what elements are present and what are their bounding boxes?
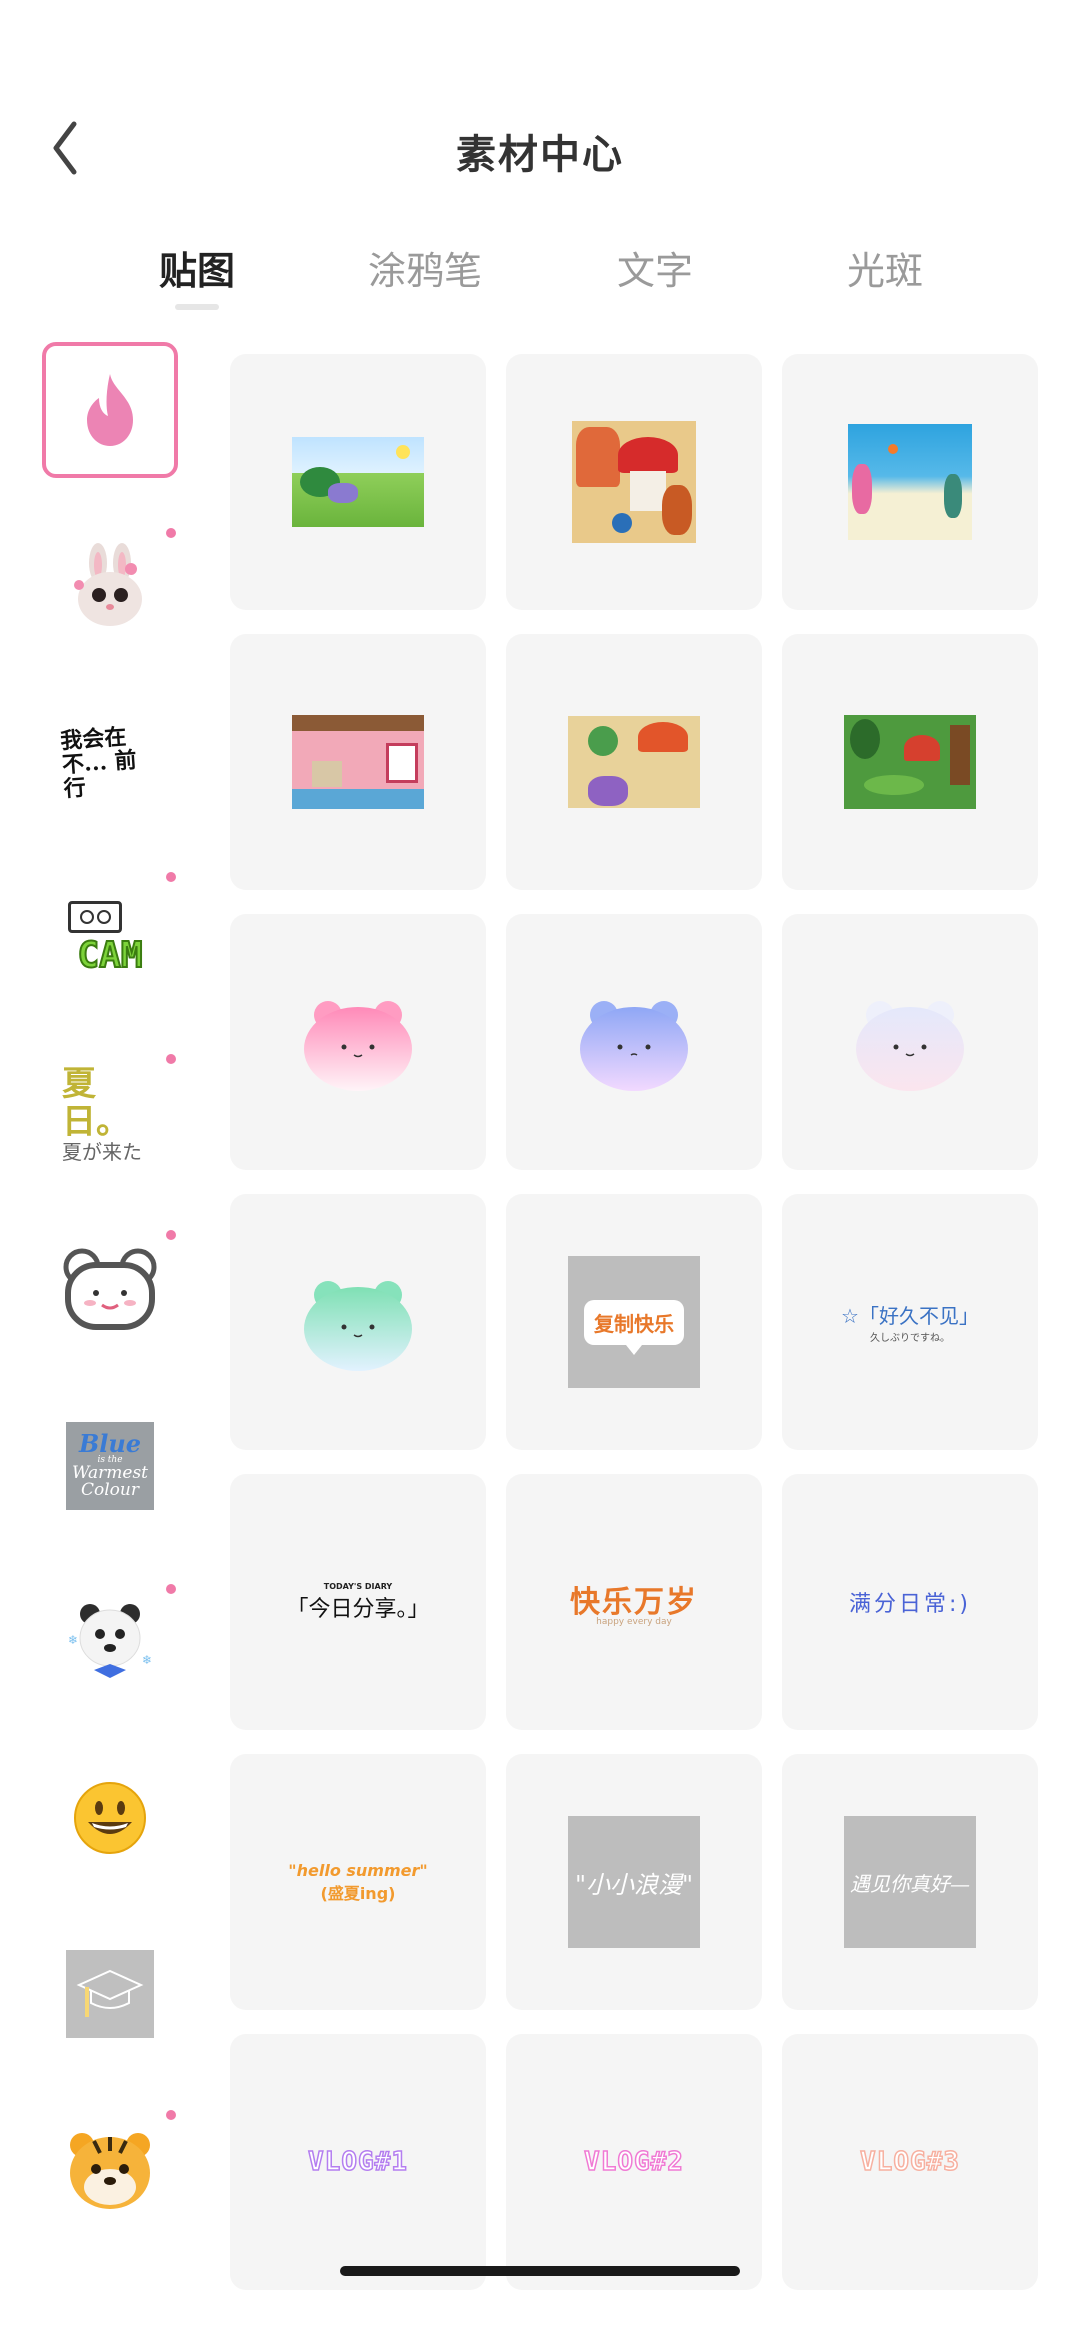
cam-icon: CAM <box>68 900 144 977</box>
sticker-card[interactable]: "小小浪漫" <box>506 1754 762 2010</box>
sidebar-item-tiger[interactable] <box>42 2102 178 2238</box>
sticker-text: "hello summer" <box>288 1860 428 1880</box>
sticker-text: VLOG#2 <box>583 2146 684 2178</box>
sticker-card[interactable]: "hello summer" (盛夏ing) <box>230 1754 486 2010</box>
cap-drawing <box>76 1969 144 2017</box>
new-badge-dot <box>166 1230 176 1240</box>
graduation-cap-icon <box>66 1950 154 2038</box>
green-jelly-bear-icon <box>304 1281 412 1371</box>
sticker-card[interactable] <box>230 354 486 610</box>
sticker-card[interactable]: 快乐万岁 happy every day <box>506 1474 762 1730</box>
new-badge-dot <box>166 528 176 538</box>
sticker-subtext: TODAY'S DIARY <box>323 1581 393 1591</box>
flame-icon <box>87 374 133 446</box>
sticker-card[interactable] <box>782 354 1038 610</box>
sidebar-item-hot[interactable] <box>42 342 178 478</box>
sidebar-item-handwriting[interactable]: 我会在不... 前行 <box>42 694 178 830</box>
sticker-preview: 遇见你真好— <box>844 1816 976 1948</box>
purple-jelly-bear-icon <box>580 1001 688 1091</box>
header: 素材中心 <box>0 110 1080 190</box>
sticker-preview: 复制快乐 <box>568 1256 700 1388</box>
sticker-card[interactable] <box>230 634 486 890</box>
new-badge-dot <box>166 1584 176 1594</box>
sidebar-item-cam[interactable]: CAM <box>42 870 178 1006</box>
sticker-text: 遇见你真好— <box>850 1871 970 1896</box>
polar-bear-icon: ❄ ❄ <box>68 1604 152 1678</box>
sticker-subtext: 久しぶりですね。 <box>870 1333 950 1344</box>
scene-thumbnail <box>292 715 424 809</box>
poster-line: Colour <box>81 1480 139 1500</box>
sticker-text: "小小浪漫" <box>574 1870 694 1899</box>
sticker-card[interactable]: TODAY'S DIARY 「今日分享。」 <box>230 1474 486 1730</box>
svg-text:❄: ❄ <box>142 1653 152 1667</box>
sidebar-item-summer[interactable]: 夏日。 夏が来た <box>42 1046 178 1182</box>
sticker-text: 「今日分享。」 <box>286 1596 430 1622</box>
white-jelly-bear-icon <box>856 1001 964 1091</box>
sticker-card[interactable] <box>230 914 486 1170</box>
sidebar-item-emoji[interactable] <box>42 1750 178 1886</box>
tab-indicator <box>175 304 219 310</box>
svg-text:❄: ❄ <box>68 1633 78 1647</box>
smile-emoji-icon <box>74 1782 146 1854</box>
new-badge-dot <box>166 2110 176 2120</box>
cam-label: CAM <box>76 934 143 977</box>
summer-title: 夏日。 <box>62 1064 130 1142</box>
new-badge-dot <box>166 872 176 882</box>
sticker-card[interactable] <box>782 634 1038 890</box>
sticker-text: VLOG#3 <box>859 2146 960 2178</box>
sticker-card[interactable]: VLOG#1 <box>230 2034 486 2290</box>
sticker-preview: "hello summer" (盛夏ing) <box>288 1861 427 1904</box>
scene-thumbnail <box>292 437 424 527</box>
sidebar-item-bear[interactable] <box>42 1222 178 1358</box>
summer-subtitle: 夏が来た <box>62 1140 142 1164</box>
sidebar-item-polar-bear[interactable]: ❄ ❄ <box>42 1574 178 1710</box>
sticker-card[interactable] <box>506 354 762 610</box>
handwriting-icon: 我会在不... 前行 <box>60 723 161 802</box>
sticker-card[interactable]: 复制快乐 <box>506 1194 762 1450</box>
scene-thumbnail <box>568 716 700 808</box>
sticker-card[interactable]: 遇见你真好— <box>782 1754 1038 2010</box>
pink-jelly-bear-icon <box>304 1001 412 1091</box>
sticker-card[interactable] <box>782 914 1038 1170</box>
sticker-preview: 快乐万岁 happy every day <box>570 1577 698 1627</box>
sticker-card[interactable] <box>506 914 762 1170</box>
new-badge-dot <box>166 1054 176 1064</box>
summer-text-icon: 夏日。 夏が来た <box>62 1065 158 1163</box>
tab-text[interactable]: 文字 <box>555 240 755 295</box>
sticker-text: 快乐万岁 <box>570 1585 698 1620</box>
tab-stickers[interactable]: 贴图 <box>97 240 297 295</box>
sticker-card[interactable]: VLOG#3 <box>782 2034 1038 2290</box>
sidebar-item-graduation[interactable] <box>42 1926 178 2062</box>
bear-face-icon <box>63 1248 157 1330</box>
scene-thumbnail <box>848 424 972 540</box>
sticker-card[interactable]: ☆「好久不见」 久しぶりですね。 <box>782 1194 1038 1450</box>
handwriting-text: 我会在不... 前行 <box>59 723 138 803</box>
sticker-preview: ☆「好久不见」 久しぶりですね。 <box>841 1300 979 1344</box>
sticker-subtext: happy every day <box>596 1617 672 1627</box>
sticker-card[interactable] <box>230 1194 486 1450</box>
scene-thumbnail <box>844 715 976 809</box>
sticker-text: 满分日常:) <box>849 1592 971 1617</box>
sidebar-item-bunny[interactable] <box>42 518 178 654</box>
tab-bar: 贴图 涂鸦笔 文字 光斑 <box>0 240 1080 320</box>
sidebar-item-blue-warmest[interactable]: Blue is the Warmest Colour <box>42 1398 178 1534</box>
scene-thumbnail <box>572 421 696 543</box>
sticker-card[interactable]: 满分日常:) <box>782 1474 1038 1730</box>
tab-light-spots[interactable]: 光斑 <box>785 240 985 295</box>
bunny-emoji-icon <box>74 543 142 626</box>
sticker-text: 复制快乐 <box>594 1311 674 1336</box>
tab-doodle-pen[interactable]: 涂鸦笔 <box>325 240 525 295</box>
sticker-subtext: (盛夏ing) <box>320 1883 396 1903</box>
blue-warmest-colour-icon: Blue is the Warmest Colour <box>66 1422 154 1510</box>
page-title: 素材中心 <box>456 132 624 178</box>
sticker-text: VLOG#1 <box>307 2146 408 2178</box>
sticker-preview: "小小浪漫" <box>568 1816 700 1948</box>
sticker-preview: TODAY'S DIARY 「今日分享。」 <box>286 1582 429 1623</box>
tiger-emoji-icon <box>70 2133 150 2209</box>
sticker-card[interactable] <box>506 634 762 890</box>
home-indicator[interactable] <box>340 2266 740 2276</box>
poster-line: Blue <box>78 1429 142 1458</box>
sticker-card[interactable]: VLOG#2 <box>506 2034 762 2290</box>
sticker-text: ☆「好久不见」 <box>841 1304 979 1328</box>
